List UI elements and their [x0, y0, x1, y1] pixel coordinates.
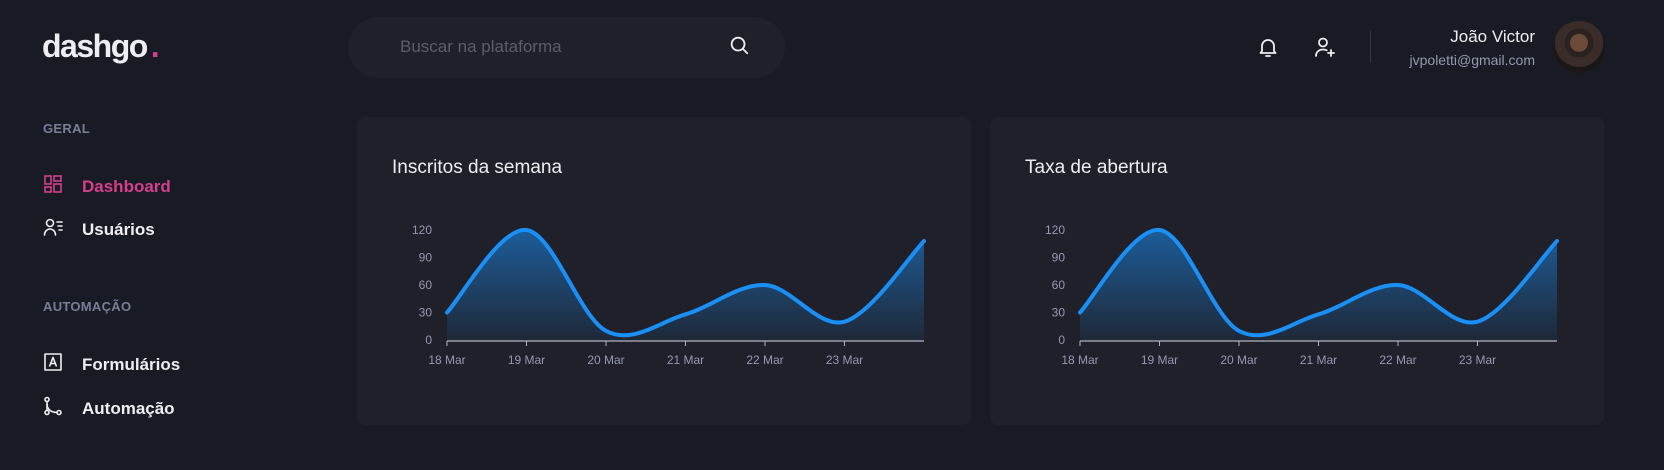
- y-tick-label: 0: [1058, 333, 1065, 347]
- sidebar-item-dashboard[interactable]: Dashboard: [43, 174, 171, 199]
- logo-text: dashgo: [42, 28, 148, 64]
- x-tick-label: 21 Mar: [1300, 353, 1337, 367]
- x-tick-label: 18 Mar: [1061, 353, 1098, 367]
- user-name: João Victor: [1450, 27, 1535, 46]
- search-icon[interactable]: [728, 34, 750, 56]
- avatar[interactable]: [1553, 21, 1605, 73]
- x-tick-label: 22 Mar: [1379, 353, 1416, 367]
- sidebar-item-label: Usuários: [82, 219, 155, 239]
- x-tick-label: 20 Mar: [1220, 353, 1257, 367]
- sidebar-item-usuarios[interactable]: Usuários: [43, 217, 155, 242]
- sidebar-item-label: Automação: [82, 398, 175, 418]
- chart-inscritos: 0 30 60 90 120 18 Mar 19 Mar 20 Mar 21 Mar 22 Mar…: [412, 223, 926, 367]
- y-tick-label: 30: [419, 306, 433, 320]
- sidebar-item-formularios[interactable]: Formulários: [43, 352, 180, 377]
- y-tick-label: 90: [1052, 251, 1066, 265]
- chart-area: [1080, 229, 1557, 340]
- user-email: jvpoletti@gmail.com: [1409, 52, 1535, 68]
- x-tick-label: 20 Mar: [587, 353, 624, 367]
- x-tick-label: 23 Mar: [1459, 353, 1496, 367]
- form-icon: [43, 352, 63, 377]
- user-add-icon[interactable]: [1313, 35, 1337, 59]
- y-tick-label: 0: [425, 333, 432, 347]
- sidebar-item-automacao[interactable]: Automação: [43, 396, 175, 421]
- sidebar-section-geral: GERAL: [43, 121, 90, 136]
- y-tick-label: 90: [419, 251, 433, 265]
- y-tick-label: 120: [1045, 223, 1065, 237]
- sidebar-item-label: Dashboard: [82, 176, 171, 196]
- y-tick-label: 60: [1052, 278, 1066, 292]
- search-bar[interactable]: [348, 17, 785, 78]
- users-icon: [43, 217, 63, 242]
- git-merge-icon: [43, 396, 63, 421]
- x-tick-label: 23 Mar: [826, 353, 863, 367]
- logo-dot: .: [150, 28, 160, 64]
- chart-area: [447, 229, 924, 340]
- chart-card-inscritos: Inscritos da semana 0 30 60 90 120 18 Mar 19 M…: [357, 117, 971, 425]
- logo[interactable]: dashgo.: [42, 28, 160, 65]
- bell-icon[interactable]: [1256, 35, 1280, 59]
- y-tick-label: 30: [1052, 306, 1066, 320]
- y-tick-label: 60: [419, 278, 433, 292]
- x-tick-label: 19 Mar: [508, 353, 545, 367]
- chart-card-abertura: Taxa de abertura 0 30 60 90 120 18 Mar 19 Mar 2…: [990, 117, 1604, 425]
- x-tick-label: 18 Mar: [428, 353, 465, 367]
- sidebar-item-label: Formulários: [82, 354, 181, 374]
- dashboard-icon: [43, 174, 63, 199]
- y-tick-label: 120: [412, 223, 432, 237]
- chart-abertura: 0 30 60 90 120 18 Mar 19 Mar 20 Mar 21 Mar 22 Mar…: [1045, 223, 1559, 367]
- sidebar-section-automacao: AUTOMAÇÃO: [43, 299, 132, 314]
- header-divider: [1370, 31, 1371, 63]
- search-input[interactable]: [400, 35, 720, 59]
- x-tick-label: 22 Mar: [746, 353, 783, 367]
- x-tick-label: 21 Mar: [667, 353, 704, 367]
- x-tick-label: 19 Mar: [1141, 353, 1178, 367]
